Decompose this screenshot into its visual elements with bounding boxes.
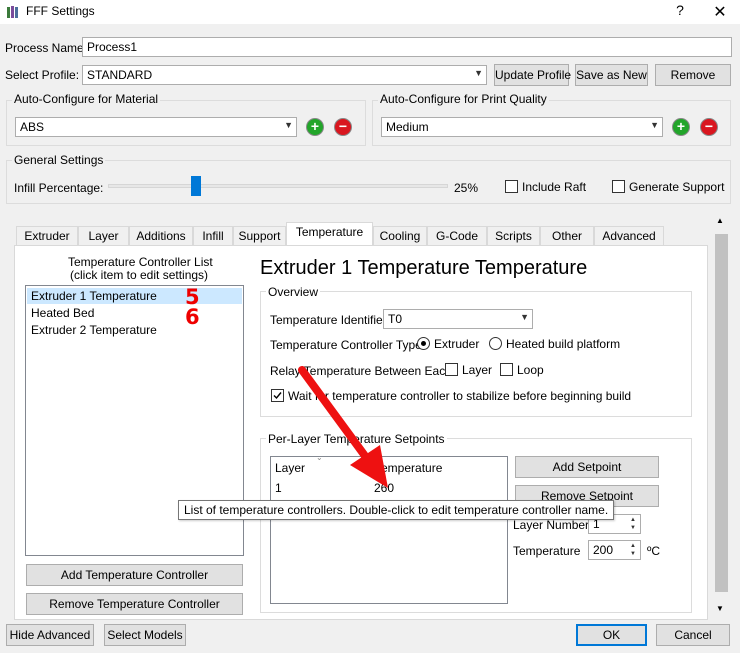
temperature-unit: ºC bbox=[647, 544, 661, 558]
tab-g-code[interactable]: G-Code bbox=[427, 226, 487, 246]
type-bed-label: Heated build platform bbox=[506, 337, 621, 351]
tab-other[interactable]: Other bbox=[540, 226, 594, 246]
list-item[interactable]: Extruder 2 Temperature bbox=[27, 322, 177, 338]
type-bed-radio[interactable] bbox=[489, 337, 502, 350]
temperature-label: Temperature bbox=[513, 544, 581, 558]
chevron-down-icon: ▼ bbox=[520, 312, 529, 322]
chevron-down-icon: ▼ bbox=[284, 120, 293, 130]
infill-slider-thumb[interactable] bbox=[191, 176, 201, 196]
tab-layer[interactable]: Layer bbox=[78, 226, 129, 246]
spin-arrows-icon[interactable]: ▲ ▼ bbox=[627, 516, 639, 532]
generate-support-checkbox[interactable] bbox=[612, 180, 625, 193]
material-select[interactable]: ABS ▼ bbox=[15, 117, 297, 137]
window-title: FFF Settings bbox=[26, 4, 95, 18]
process-name-input[interactable]: Process1 bbox=[82, 37, 732, 57]
tooltip: List of temperature controllers. Double-… bbox=[178, 500, 615, 520]
list-item[interactable]: Heated Bed bbox=[27, 305, 167, 321]
identifier-select[interactable]: T0 ▼ bbox=[383, 309, 533, 329]
overview-title: Overview bbox=[266, 285, 321, 299]
type-extruder-radio[interactable] bbox=[417, 337, 430, 350]
temperature-value: 200 bbox=[593, 543, 614, 557]
quality-group-title: Auto-Configure for Print Quality bbox=[378, 92, 549, 106]
tab-cooling[interactable]: Cooling bbox=[373, 226, 427, 246]
annotation-6: 6 bbox=[185, 305, 200, 329]
scroll-down-icon[interactable]: ▼ bbox=[716, 604, 724, 613]
profile-select-value: STANDARD bbox=[87, 68, 153, 82]
material-select-value: ABS bbox=[20, 120, 45, 134]
relay-loop-checkbox[interactable] bbox=[500, 363, 513, 376]
layer-number-label: Layer Number bbox=[513, 518, 590, 532]
controller-list-subtitle: (click item to edit settings) bbox=[70, 268, 209, 282]
select-profile-label: Select Profile: bbox=[5, 68, 80, 82]
add-quality-icon[interactable]: + bbox=[672, 118, 690, 136]
list-item[interactable]: Extruder 1 Temperature bbox=[27, 288, 242, 304]
tab-infill[interactable]: Infill bbox=[193, 226, 233, 246]
select-models-button[interactable]: Select Models bbox=[104, 624, 186, 646]
infill-slider-track[interactable] bbox=[108, 184, 448, 188]
remove-quality-icon[interactable]: − bbox=[700, 118, 718, 136]
save-as-new-button[interactable]: Save as New bbox=[575, 64, 648, 86]
tab-additions[interactable]: Additions bbox=[129, 226, 193, 246]
help-button[interactable]: ? bbox=[670, 2, 690, 22]
add-material-icon[interactable]: + bbox=[306, 118, 324, 136]
relay-layer-checkbox[interactable] bbox=[445, 363, 458, 376]
annotation-arrow-icon bbox=[298, 366, 388, 488]
relay-loop-label: Loop bbox=[517, 363, 544, 377]
scroll-up-icon[interactable]: ▲ bbox=[716, 216, 724, 225]
tab-extruder[interactable]: Extruder bbox=[16, 226, 78, 246]
material-group-title: Auto-Configure for Material bbox=[12, 92, 161, 106]
remove-material-icon[interactable]: − bbox=[334, 118, 352, 136]
ok-button[interactable]: OK bbox=[576, 624, 647, 646]
tab-temperature[interactable]: Temperature bbox=[286, 222, 373, 246]
remove-temperature-controller-button[interactable]: Remove Temperature Controller bbox=[26, 593, 243, 615]
identifier-value: T0 bbox=[388, 312, 403, 326]
cancel-button[interactable]: Cancel bbox=[656, 624, 730, 646]
update-profile-button[interactable]: Update Profile bbox=[494, 64, 571, 86]
process-name-label: Process Name: bbox=[5, 41, 88, 55]
app-icon bbox=[7, 6, 18, 18]
controller-list-title: Temperature Controller List bbox=[68, 255, 213, 269]
tab-advanced[interactable]: Advanced bbox=[594, 226, 664, 246]
chevron-down-icon: ▼ bbox=[474, 68, 483, 78]
add-setpoint-button[interactable]: Add Setpoint bbox=[515, 456, 659, 478]
chevron-down-icon: ▼ bbox=[650, 120, 659, 130]
tab-support[interactable]: Support bbox=[233, 226, 286, 246]
generate-support-label: Generate Support bbox=[629, 180, 725, 194]
tab-scripts[interactable]: Scripts bbox=[487, 226, 540, 246]
profile-select[interactable]: STANDARD ▼ bbox=[82, 65, 487, 85]
general-settings-title: General Settings bbox=[12, 153, 106, 167]
quality-select[interactable]: Medium ▼ bbox=[381, 117, 663, 137]
checkmark-icon bbox=[273, 392, 282, 400]
wait-stabilize-checkbox[interactable] bbox=[271, 389, 284, 402]
identifier-label: Temperature Identifier bbox=[270, 313, 387, 327]
infill-value: 25% bbox=[454, 181, 479, 195]
temperature-spinbox[interactable]: 200 ▲ ▼ bbox=[588, 540, 641, 560]
quality-select-value: Medium bbox=[386, 120, 429, 134]
detail-heading: Extruder 1 Temperature Temperature bbox=[260, 257, 588, 279]
controller-type-label: Temperature Controller Type: bbox=[270, 338, 426, 352]
type-extruder-label: Extruder bbox=[434, 337, 480, 351]
add-temperature-controller-button[interactable]: Add Temperature Controller bbox=[26, 564, 243, 586]
spin-arrows-icon[interactable]: ▲ ▼ bbox=[627, 542, 639, 558]
remove-profile-button[interactable]: Remove bbox=[655, 64, 731, 86]
table-row-layer[interactable]: 1 bbox=[275, 481, 282, 495]
hide-advanced-button[interactable]: Hide Advanced bbox=[6, 624, 94, 646]
relay-layer-label: Layer bbox=[462, 363, 493, 377]
close-button[interactable]: ✕ bbox=[710, 2, 730, 22]
scroll-thumb[interactable] bbox=[715, 234, 728, 592]
title-bar bbox=[0, 0, 740, 24]
infill-label: Infill Percentage: bbox=[14, 181, 104, 195]
include-raft-checkbox[interactable] bbox=[505, 180, 518, 193]
include-raft-label: Include Raft bbox=[522, 180, 587, 194]
